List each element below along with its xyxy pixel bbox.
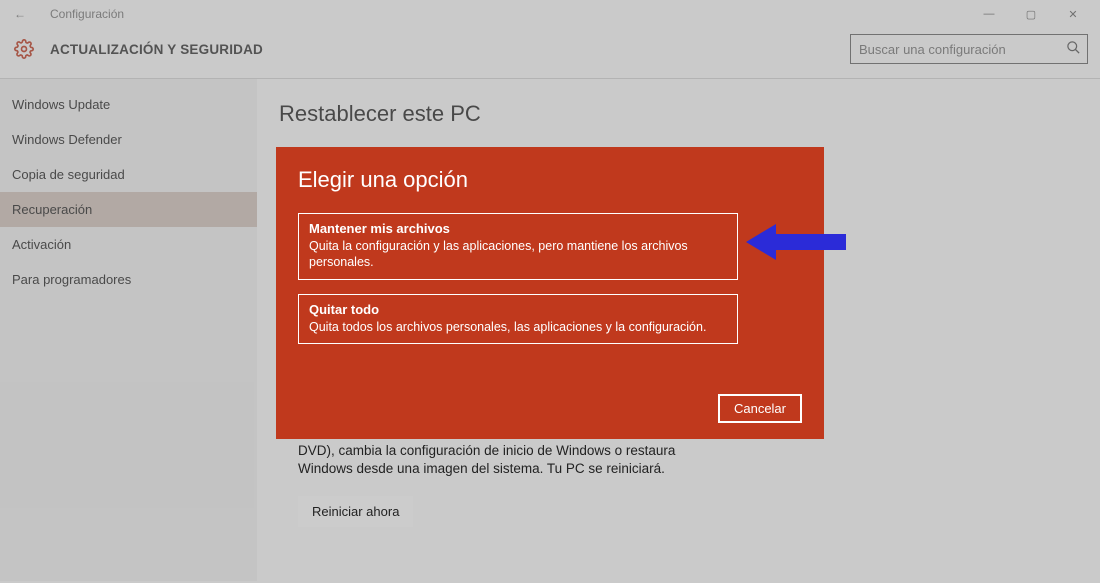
advanced-startup-text: DVD), cambia la configuración de inicio … (298, 442, 678, 527)
option-remove-all[interactable]: Quitar todo Quita todos los archivos per… (298, 294, 738, 344)
reset-modal: Elegir una opción Mantener mis archivos … (276, 147, 824, 439)
modal-title: Elegir una opción (298, 167, 802, 193)
option-keep-files-title: Mantener mis archivos (309, 221, 727, 236)
option-keep-files[interactable]: Mantener mis archivos Quita la configura… (298, 213, 738, 280)
option-remove-all-title: Quitar todo (309, 302, 727, 317)
annotation-arrow-icon (746, 222, 846, 265)
option-keep-files-desc: Quita la configuración y las aplicacione… (309, 238, 727, 271)
advanced-startup-desc: DVD), cambia la configuración de inicio … (298, 442, 678, 478)
restart-now-button[interactable]: Reiniciar ahora (298, 496, 413, 527)
option-remove-all-desc: Quita todos los archivos personales, las… (309, 319, 727, 335)
cancel-button[interactable]: Cancelar (718, 394, 802, 423)
